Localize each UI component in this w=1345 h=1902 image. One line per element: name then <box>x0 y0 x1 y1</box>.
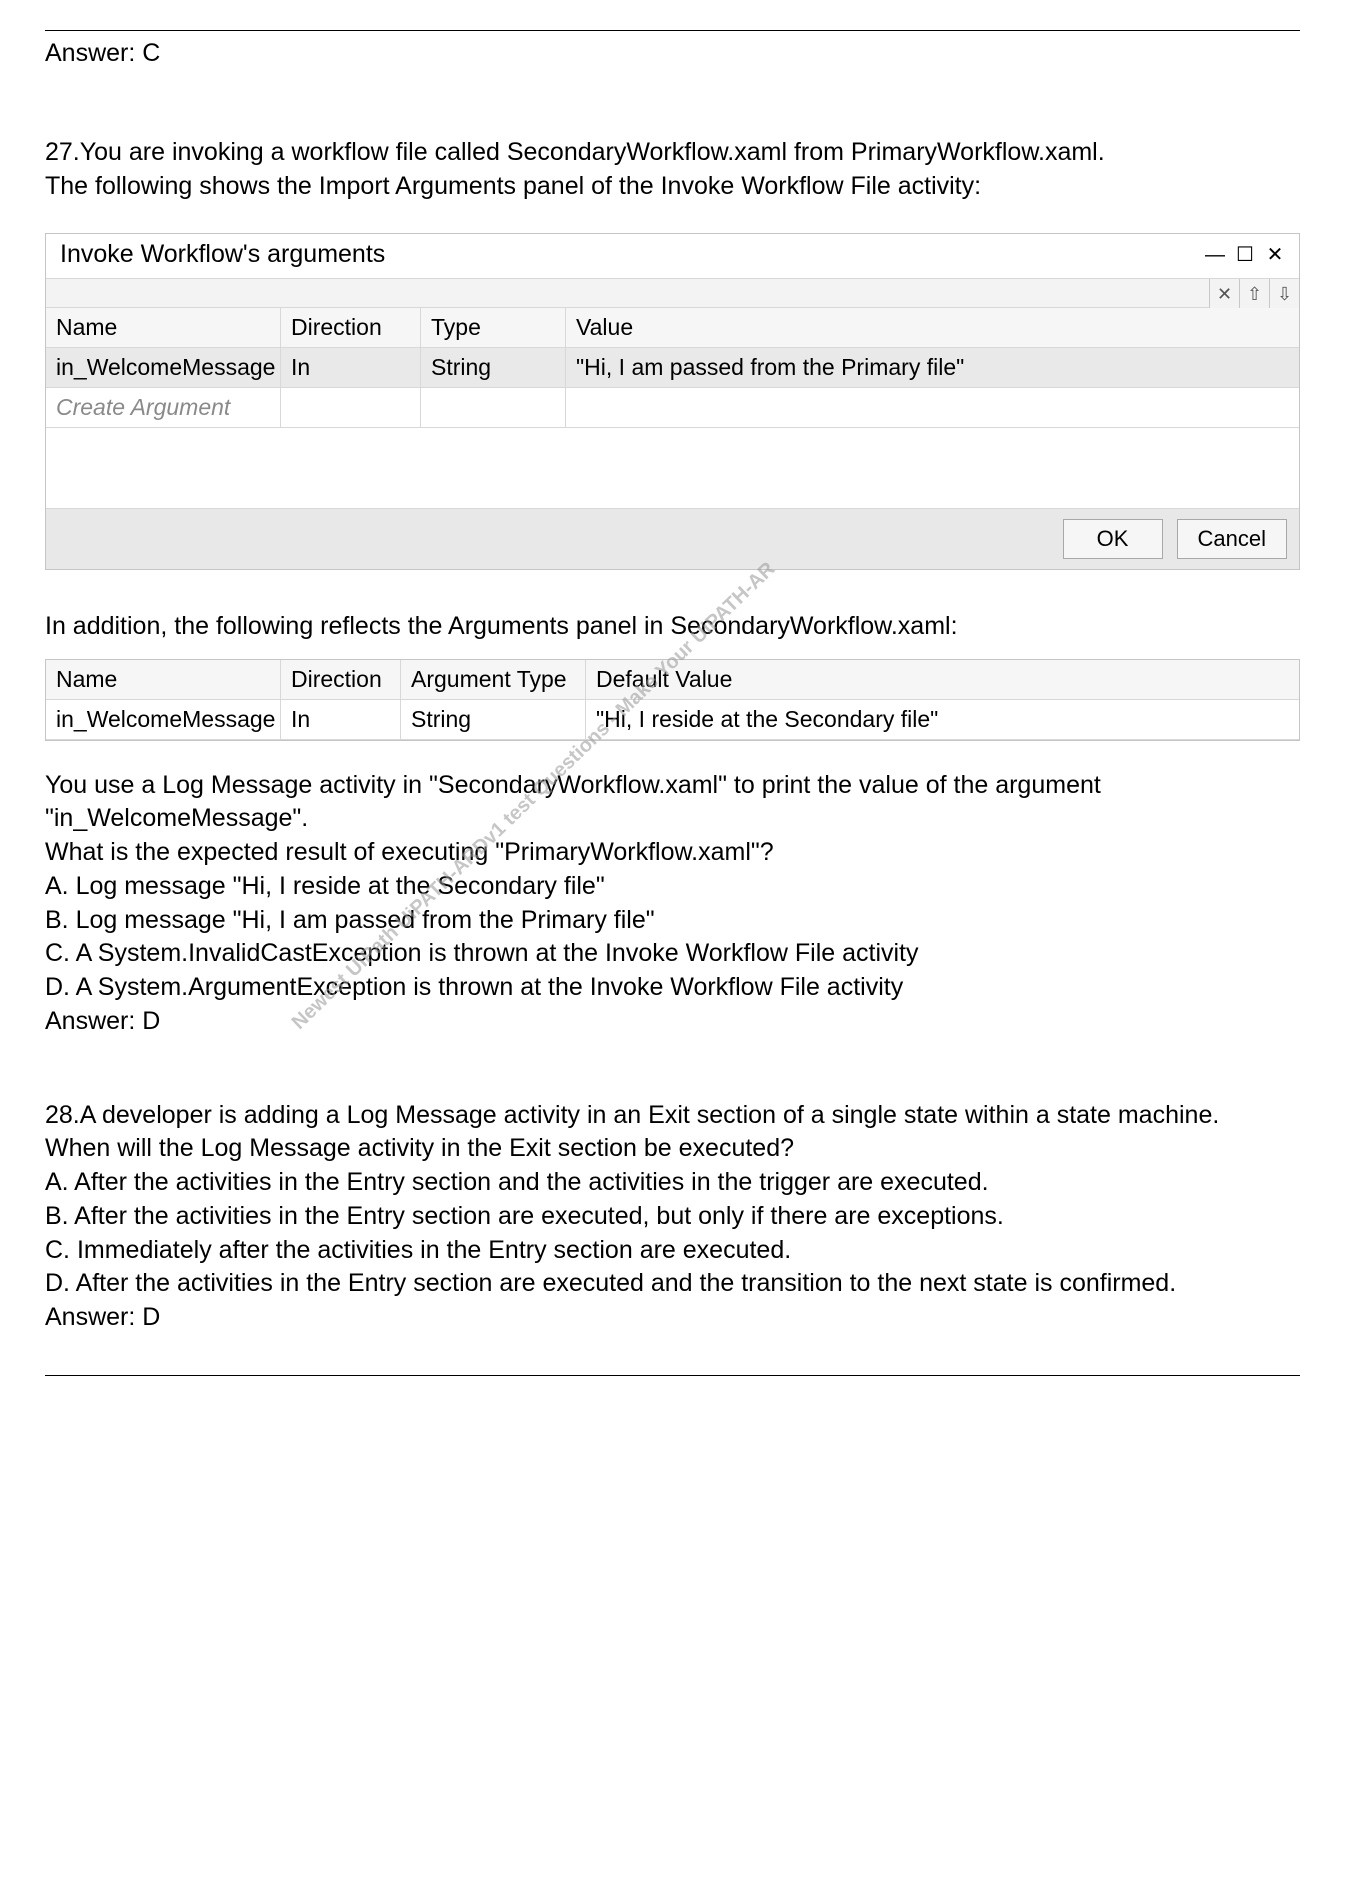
col-type: Type <box>421 308 566 347</box>
arguments-header: Name Direction Argument Type Default Val… <box>46 660 1299 700</box>
q27-answer: Answer: D <box>45 1005 1300 1039</box>
q28-intro-2: When will the Log Message activity in th… <box>45 1132 1300 1166</box>
cancel-button[interactable]: Cancel <box>1177 519 1287 559</box>
ap-row-type: String <box>401 700 586 740</box>
q27-after-2: What is the expected result of executing… <box>45 836 1300 870</box>
q28-option-b: B. After the activities in the Entry sec… <box>45 1200 1300 1234</box>
dialog-grid-blank <box>46 428 1299 508</box>
dialog-button-row: OK Cancel <box>46 508 1299 569</box>
move-down-icon[interactable]: ⇩ <box>1269 279 1299 309</box>
dialog-grid-row-1[interactable]: in_WelcomeMessage In String "Hi, I am pa… <box>46 348 1299 388</box>
col-direction: Direction <box>281 308 421 347</box>
ap-col-name: Name <box>46 660 281 700</box>
dialog-titlebar: Invoke Workflow's arguments — ☐ ✕ <box>46 234 1299 278</box>
arguments-row-1[interactable]: in_WelcomeMessage In String "Hi, I resid… <box>46 700 1299 740</box>
q27-option-a: A. Log message "Hi, I reside at the Seco… <box>45 870 1300 904</box>
row1-dir: In <box>281 348 421 387</box>
q27-option-d: D. A System.ArgumentException is thrown … <box>45 971 1300 1005</box>
q27-option-c: C. A System.InvalidCastException is thro… <box>45 937 1300 971</box>
dialog-grid-header: Name Direction Type Value <box>46 308 1299 348</box>
q27-intro-1: 27.You are invoking a workflow file call… <box>45 136 1300 170</box>
ap-col-direction: Direction <box>281 660 401 700</box>
q28-answer: Answer: D <box>45 1301 1300 1335</box>
move-up-icon[interactable]: ⇧ <box>1239 279 1269 309</box>
q27-mid: In addition, the following reflects the … <box>45 610 1300 644</box>
arguments-panel: Name Direction Argument Type Default Val… <box>45 659 1300 741</box>
q28-option-a: A. After the activities in the Entry sec… <box>45 1166 1300 1200</box>
q28-option-c: C. Immediately after the activities in t… <box>45 1234 1300 1268</box>
delete-row-icon[interactable]: ✕ <box>1209 279 1239 309</box>
col-name: Name <box>46 308 281 347</box>
row1-type: String <box>421 348 566 387</box>
q27-intro-2: The following shows the Import Arguments… <box>45 170 1300 204</box>
prev-answer: Answer: C <box>45 37 1300 71</box>
ap-row-val: "Hi, I reside at the Secondary file" <box>586 700 1299 740</box>
row1-value: "Hi, I am passed from the Primary file" <box>566 348 1299 387</box>
dialog-toolbar: ✕ ⇧ ⇩ <box>46 278 1299 308</box>
invoke-arguments-dialog: Invoke Workflow's arguments — ☐ ✕ ✕ ⇧ ⇩ … <box>45 233 1300 570</box>
q28-intro-1: 28.A developer is adding a Log Message a… <box>45 1099 1300 1133</box>
col-value: Value <box>566 308 1299 347</box>
create-argument: Create Argument <box>46 388 281 427</box>
maximize-icon[interactable]: ☐ <box>1231 243 1259 268</box>
page-bottom-rule <box>45 1375 1300 1376</box>
q27-after-1: You use a Log Message activity in "Secon… <box>45 769 1300 837</box>
ap-col-type: Argument Type <box>401 660 586 700</box>
ap-col-default: Default Value <box>586 660 1299 700</box>
q28-option-d: D. After the activities in the Entry sec… <box>45 1267 1300 1301</box>
ap-row-dir: In <box>281 700 401 740</box>
close-icon[interactable]: ✕ <box>1261 243 1289 268</box>
minimize-icon[interactable]: — <box>1201 243 1229 268</box>
ap-row-name: in_WelcomeMessage <box>46 700 281 740</box>
dialog-title-text: Invoke Workflow's arguments <box>60 238 1199 272</box>
q27-option-b: B. Log message "Hi, I am passed from the… <box>45 904 1300 938</box>
ok-button[interactable]: OK <box>1063 519 1163 559</box>
row1-name: in_WelcomeMessage <box>46 348 281 387</box>
page-top-rule <box>45 30 1300 31</box>
dialog-grid-create-row[interactable]: Create Argument <box>46 388 1299 428</box>
